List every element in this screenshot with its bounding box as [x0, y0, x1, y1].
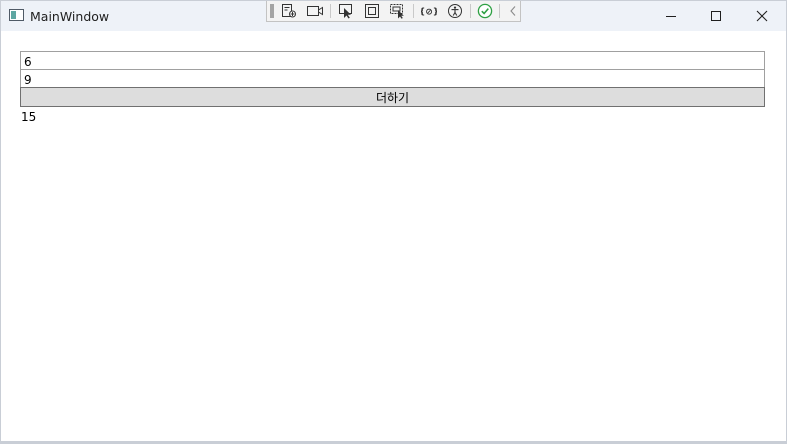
hot-reload-ok-icon[interactable]	[475, 2, 495, 20]
close-button[interactable]	[739, 1, 785, 31]
minimize-button[interactable]	[648, 1, 694, 31]
collapse-toolbar-icon[interactable]	[503, 2, 523, 20]
toolbar-separator	[499, 4, 500, 18]
toolbar-separator	[413, 4, 414, 18]
select-element-icon[interactable]	[336, 2, 356, 20]
add-button-label: 더하기	[375, 90, 410, 105]
result-label: 15	[21, 110, 37, 124]
add-button[interactable]: 더하기	[20, 87, 765, 107]
maximize-icon	[711, 11, 721, 21]
live-visual-tree-icon[interactable]	[279, 2, 299, 20]
toolbar-separator	[330, 4, 331, 18]
main-window: MainWindow ⊘ 6 9 더하기 15	[0, 0, 787, 444]
second-number-input[interactable]	[20, 69, 765, 88]
window-content: 더하기 15	[1, 31, 786, 441]
window-title: MainWindow	[30, 9, 110, 24]
maximize-button[interactable]	[693, 1, 739, 31]
title-bar[interactable]: MainWindow ⊘	[1, 1, 786, 31]
record-icon[interactable]	[305, 2, 325, 20]
toolbar-grip-icon[interactable]	[270, 4, 274, 18]
track-focused-element-icon[interactable]	[388, 2, 408, 20]
debug-toolbar: {⊘}	[266, 1, 521, 22]
minimize-icon	[666, 16, 676, 17]
svg-text:{⊘}: {⊘}	[421, 8, 437, 18]
first-number-input[interactable]	[20, 51, 765, 70]
close-icon	[756, 10, 768, 22]
toolbar-separator	[470, 4, 471, 18]
accessibility-icon[interactable]	[445, 2, 465, 20]
display-layout-adorners-icon[interactable]	[362, 2, 382, 20]
binding-failures-icon[interactable]: {⊘}	[419, 2, 439, 20]
window-app-icon	[9, 9, 24, 21]
